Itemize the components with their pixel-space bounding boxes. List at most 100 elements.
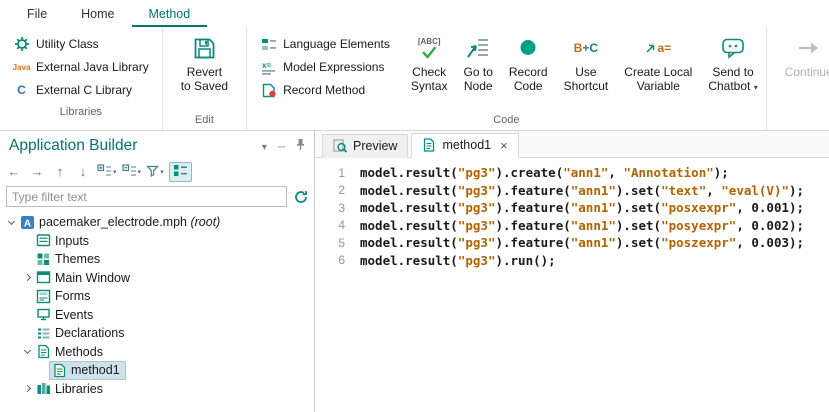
editor-area: Previewmethod1× 1model.result("pg3").cre… <box>315 131 829 412</box>
record-code-icon <box>514 34 542 62</box>
ribbon-group-code: Language Elements x= Model Expressions Reco… <box>247 27 767 130</box>
code-large-items: [ABC]CheckSyntax Go toNode RecordCode B+CUs… <box>403 30 766 96</box>
refresh-icon[interactable] <box>294 190 308 204</box>
code-editor[interactable]: 1model.result("pg3").create("ann1", "Ann… <box>315 158 829 412</box>
editor-tab-preview[interactable]: Preview <box>322 134 408 158</box>
dropdown-caret-icon: ▾ <box>113 168 117 176</box>
model-expressions-button[interactable]: x= Model Expressions <box>255 57 395 77</box>
svg-text:A: A <box>23 218 30 229</box>
tree-item-themes[interactable]: Themes <box>0 250 314 269</box>
tree-item-method1[interactable]: method1 <box>0 361 314 380</box>
record-method-icon <box>260 82 277 98</box>
ribbon-group-continue: Continue <box>767 27 829 130</box>
code-line-2[interactable]: 2model.result("pg3").feature("ann1").set… <box>315 182 829 200</box>
code-line-3[interactable]: 3model.result("pg3").feature("ann1").set… <box>315 199 829 217</box>
themes-icon <box>35 252 51 267</box>
panel-toolbar: ←→↑↓▾▾▾ <box>0 160 314 184</box>
continue-container: Continue <box>767 30 829 124</box>
check-syntax-button[interactable]: [ABC]CheckSyntax <box>403 30 456 96</box>
events-icon <box>35 307 51 322</box>
create-local-variable-icon: a= <box>644 34 672 62</box>
ribbon-group-edit: Revertto Saved Edit <box>163 27 247 130</box>
tree-item-label: Inputs <box>55 234 89 248</box>
tree-chevron-icon[interactable] <box>20 275 34 280</box>
language-elements-button[interactable]: Language Elements <box>255 34 395 54</box>
edit-items: Revertto Saved <box>163 30 246 112</box>
editor-tab-method1[interactable]: method1× <box>411 133 518 158</box>
tree-item-inputs[interactable]: Inputs <box>0 232 314 251</box>
code-line-6[interactable]: 6model.result("pg3").run(); <box>315 252 829 270</box>
nav-up-button[interactable]: ↑ <box>51 162 69 182</box>
record-method-button[interactable]: Record Method <box>255 80 395 100</box>
tree-item-libraries[interactable]: Libraries <box>0 380 314 399</box>
line-number: 2 <box>315 183 345 197</box>
go-to-node-button[interactable]: Go toNode <box>456 30 501 96</box>
panel-pin-icon[interactable] <box>296 138 305 154</box>
code-line-1[interactable]: 1model.result("pg3").create("ann1", "Ann… <box>315 164 829 182</box>
dropdown-caret-icon: ▾ <box>754 83 758 92</box>
code-small-items: Language Elements x= Model Expressions Reco… <box>247 30 403 104</box>
record-code-label: RecordCode <box>509 66 548 93</box>
line-number: 3 <box>315 201 345 215</box>
tree-item-label: Events <box>55 308 93 322</box>
tree-item-label: Declarations <box>55 326 124 340</box>
filter-input[interactable] <box>6 186 287 207</box>
nav-back-button[interactable]: ← <box>5 162 23 182</box>
send-to-chatbot-button[interactable]: Send toChatbot ▾ <box>700 30 765 96</box>
close-tab-icon[interactable]: × <box>500 139 508 152</box>
code-line-4[interactable]: 4model.result("pg3").feature("ann1").set… <box>315 217 829 235</box>
utility-class-label: Utility Class <box>36 37 99 51</box>
code-line-5[interactable]: 5model.result("pg3").feature("ann1").set… <box>315 234 829 252</box>
menu-tab-method[interactable]: Method <box>132 1 208 27</box>
continue-label: Continue <box>785 66 829 80</box>
collapse-all-button[interactable]: ▾ <box>122 162 142 182</box>
ribbon-group-libraries: Utility Class JavaExternal Java Library CE… <box>0 27 163 130</box>
nav-down-button[interactable]: ↓ <box>74 162 92 182</box>
nav-back-icon: ← <box>8 165 21 179</box>
continue-icon <box>795 34 823 62</box>
collapse-all-icon <box>122 164 137 180</box>
menu-tab-file[interactable]: File <box>10 1 64 27</box>
model-expressions-icon: x= <box>260 59 277 75</box>
send-to-chatbot-label: Send toChatbot ▾ <box>708 66 757 94</box>
line-number: 4 <box>315 218 345 232</box>
tree-item-label: Main Window <box>55 271 130 285</box>
tree-item-events[interactable]: Events <box>0 306 314 325</box>
go-to-node-label: Go toNode <box>464 66 493 93</box>
record-code-button[interactable]: RecordCode <box>501 30 556 96</box>
comsol-application-builder-window: FileHomeMethod Utility Class JavaExternal… <box>0 0 829 412</box>
menu-tab-home[interactable]: Home <box>64 1 131 27</box>
send-to-chatbot-icon <box>719 34 747 62</box>
methods-icon <box>35 344 51 359</box>
expand-all-button[interactable]: ▾ <box>97 162 117 182</box>
continue-button[interactable]: Continue <box>777 30 829 82</box>
tree-item-pacemaker-electrode-mph[interactable]: Apacemaker_electrode.mph (root) <box>0 213 314 232</box>
external-c-library-button[interactable]: CExternal C Library <box>8 80 154 100</box>
java-icon: Java <box>13 59 30 75</box>
revert-save-icon <box>190 34 218 62</box>
libraries-icon <box>35 381 51 396</box>
model-data-access-icon <box>173 164 188 180</box>
use-shortcut-button[interactable]: B+CUseShortcut <box>556 30 617 96</box>
revert-to-saved-button[interactable]: Revertto Saved <box>173 30 236 95</box>
filter-funnel-button[interactable]: ▾ <box>146 162 164 182</box>
panel-menu-icon[interactable]: ▾ <box>262 139 267 153</box>
create-local-variable-button[interactable]: a=Create LocalVariable <box>616 30 700 96</box>
tree-item-main-window[interactable]: Main Window <box>0 269 314 288</box>
model-data-access-button[interactable] <box>169 162 192 182</box>
tree-chevron-icon[interactable] <box>20 386 34 391</box>
tree-chevron-icon[interactable] <box>4 221 18 224</box>
tree-item-declarations[interactable]: Declarations <box>0 324 314 343</box>
panel-collapse-icon[interactable]: ─ <box>278 139 285 153</box>
use-shortcut-icon: B+C <box>572 34 600 62</box>
tree-item-label: Themes <box>55 252 100 266</box>
c-icon: C <box>13 82 30 98</box>
preview-icon <box>333 139 347 153</box>
nav-forward-button[interactable]: → <box>28 162 46 182</box>
tree-chevron-icon[interactable] <box>20 350 34 353</box>
model-expressions-label: Model Expressions <box>283 60 384 74</box>
tree-item-forms[interactable]: Forms <box>0 287 314 306</box>
tree-item-methods[interactable]: Methods <box>0 343 314 362</box>
utility-class-button[interactable]: Utility Class <box>8 34 154 54</box>
external-java-library-button[interactable]: JavaExternal Java Library <box>8 57 154 77</box>
